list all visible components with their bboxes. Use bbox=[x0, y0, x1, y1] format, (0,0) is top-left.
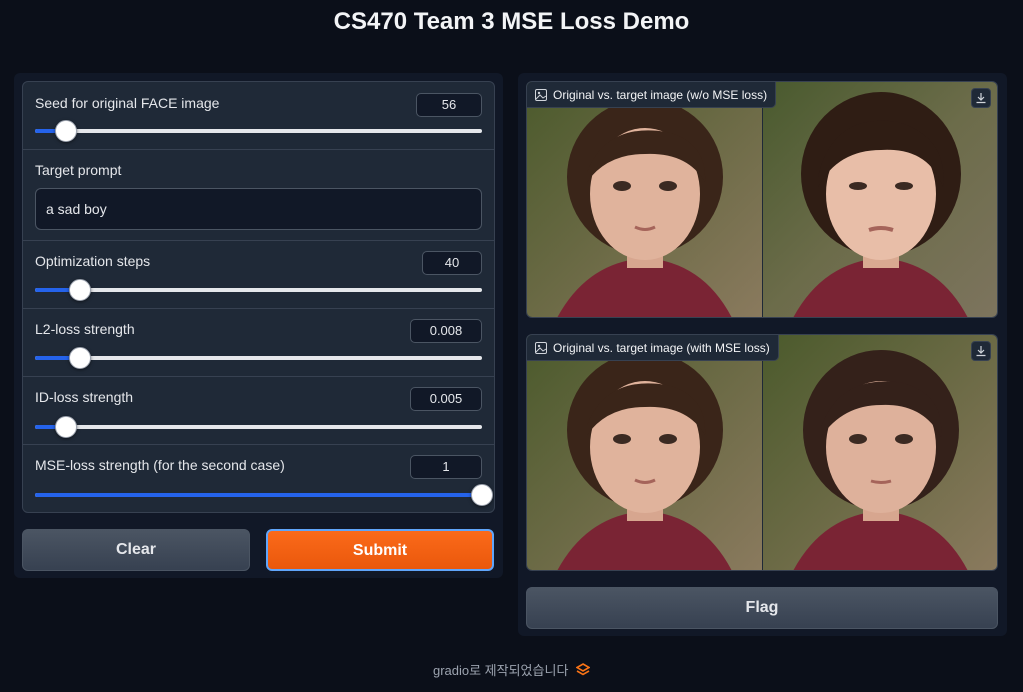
id-number-input[interactable]: 0.005 bbox=[410, 387, 482, 411]
seed-block: Seed for original FACE image 56 bbox=[23, 82, 494, 150]
image-icon bbox=[535, 342, 547, 354]
output-image-label: Original vs. target image (w/o MSE loss) bbox=[527, 82, 777, 108]
gradio-logo[interactable] bbox=[576, 663, 591, 677]
mse-slider-fill bbox=[35, 493, 482, 497]
id-slider-thumb[interactable] bbox=[55, 416, 78, 438]
seed-slider[interactable] bbox=[35, 120, 482, 142]
id-label: ID-loss strength bbox=[35, 389, 134, 405]
output-image-label-text: Original vs. target image (with MSE loss… bbox=[553, 341, 770, 355]
download-icon bbox=[976, 346, 986, 357]
id-block: ID-loss strength 0.005 bbox=[23, 377, 494, 445]
steps-number-input[interactable]: 40 bbox=[422, 251, 482, 275]
seed-number-input[interactable]: 56 bbox=[416, 93, 482, 117]
l2-slider[interactable] bbox=[35, 347, 482, 369]
mse-number-input[interactable]: 1 bbox=[410, 455, 482, 479]
output-panel: Original vs. target image (w/o MSE loss) bbox=[518, 73, 1007, 636]
seed-label: Seed for original FACE image bbox=[35, 95, 220, 111]
mse-slider-thumb[interactable] bbox=[471, 484, 493, 506]
mse-block: MSE-loss strength (for the second case) … bbox=[23, 445, 494, 512]
footer-text[interactable]: gradio로 제작되었습니다 bbox=[433, 663, 568, 678]
submit-button[interactable]: Submit bbox=[266, 529, 494, 571]
l2-slider-thumb[interactable] bbox=[68, 347, 91, 369]
mse-slider[interactable] bbox=[35, 484, 493, 506]
steps-label: Optimization steps bbox=[35, 253, 151, 269]
steps-slider[interactable] bbox=[35, 279, 482, 301]
download-button[interactable] bbox=[971, 88, 991, 108]
prompt-input[interactable]: a sad boy bbox=[35, 188, 482, 230]
target-face-image bbox=[763, 82, 997, 317]
seed-slider-thumb[interactable] bbox=[55, 120, 78, 142]
prompt-label: Target prompt bbox=[35, 162, 122, 178]
download-icon bbox=[976, 93, 986, 104]
flag-button[interactable]: Flag bbox=[526, 587, 998, 629]
output-image-label: Original vs. target image (with MSE loss… bbox=[527, 335, 779, 361]
input-panel: Seed for original FACE image 56 Target p… bbox=[14, 73, 503, 578]
clear-button[interactable]: Clear bbox=[22, 529, 250, 571]
steps-slider-thumb[interactable] bbox=[68, 279, 91, 301]
output-image-label-text: Original vs. target image (w/o MSE loss) bbox=[553, 88, 768, 102]
download-button[interactable] bbox=[971, 341, 991, 361]
l2-number-input[interactable]: 0.008 bbox=[410, 319, 482, 343]
page-title: CS470 Team 3 MSE Loss Demo bbox=[333, 8, 690, 35]
id-slider[interactable] bbox=[35, 416, 482, 438]
output-image-with-mse: Original vs. target image (with MSE loss… bbox=[526, 334, 998, 571]
steps-block: Optimization steps 40 bbox=[23, 241, 494, 309]
original-face-image bbox=[527, 335, 762, 570]
footer: gradio로 제작되었습니다 bbox=[0, 660, 1023, 679]
input-form: Seed for original FACE image 56 Target p… bbox=[22, 81, 495, 513]
target-face-image bbox=[763, 335, 997, 570]
image-icon bbox=[535, 89, 547, 101]
l2-block: L2-loss strength 0.008 bbox=[23, 309, 494, 377]
mse-label: MSE-loss strength (for the second case) bbox=[35, 457, 285, 473]
prompt-block: Target prompt a sad boy bbox=[23, 150, 494, 241]
l2-label: L2-loss strength bbox=[35, 321, 135, 337]
output-image-without-mse: Original vs. target image (w/o MSE loss) bbox=[526, 81, 998, 318]
original-face-image bbox=[527, 82, 762, 317]
